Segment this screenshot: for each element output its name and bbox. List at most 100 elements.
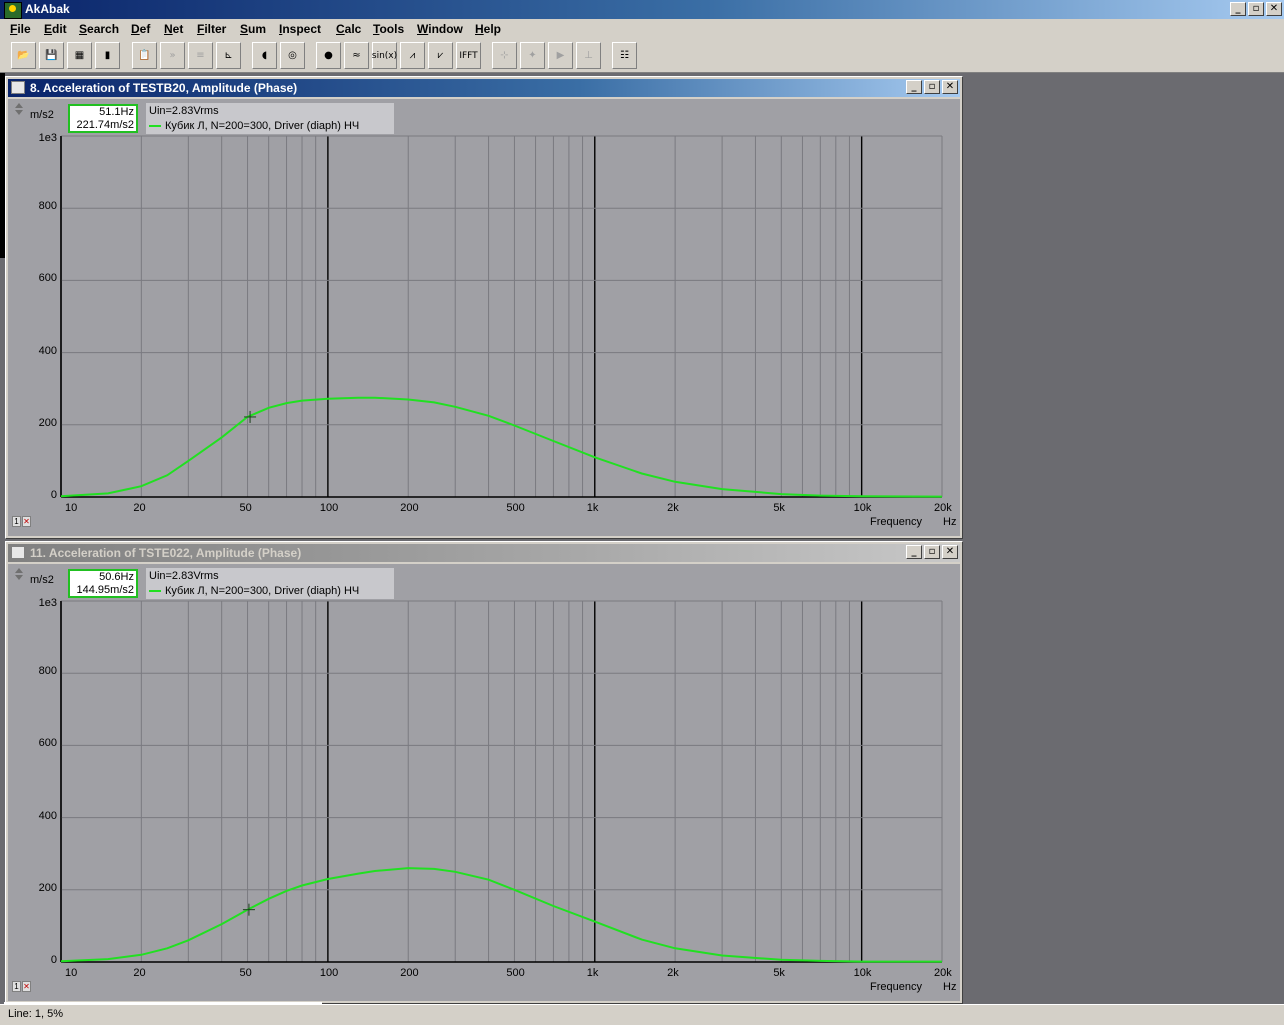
app-title-bar: AkAbak _ ▫ ✕ — [0, 0, 1284, 19]
window-caption[interactable]: 8. Acceleration of TESTB20, Amplitude (P… — [8, 79, 960, 97]
restore-button[interactable]: ▫ — [1248, 2, 1264, 16]
x-tick-label: 200 — [400, 502, 419, 514]
save-icon: 💾 — [45, 50, 58, 61]
response-down-button[interactable]: ⩗ — [428, 42, 453, 69]
menu-accelerator: D — [131, 22, 140, 36]
x-tick-label: 50 — [239, 502, 252, 514]
remove-curve-icon[interactable]: ✕ — [22, 981, 31, 992]
series-line — [60, 867, 942, 963]
tool-a-button[interactable]: ⊹ — [492, 42, 517, 69]
window-caption[interactable]: 11. Acceleration of TSTE022, Amplitude (… — [8, 544, 960, 562]
x-tick-label: 50 — [239, 967, 252, 979]
tool-b-icon: ✦ — [528, 50, 537, 61]
x-tick-label: 5k — [773, 967, 785, 979]
response-up-button[interactable]: ⩘ — [400, 42, 425, 69]
menu-accelerator: S — [79, 22, 88, 36]
menu-file[interactable]: File — [10, 22, 31, 36]
menu-search[interactable]: Search — [79, 22, 119, 36]
window-minimize-button[interactable]: _ — [906, 545, 922, 559]
x-tick-label: 10k — [853, 502, 872, 514]
menu-label-rest: ile — [17, 22, 31, 36]
window-close-button[interactable]: ✕ — [942, 80, 958, 94]
tool-d-button[interactable]: ⊥ — [576, 42, 601, 69]
menu-inspect[interactable]: Inspect — [279, 22, 321, 36]
window-title: 11. Acceleration of TSTE022, Amplitude (… — [30, 546, 302, 560]
x-unit-label: Hz — [943, 981, 957, 993]
window-minimize-button[interactable]: _ — [906, 80, 922, 94]
response-down-icon: ⩗ — [437, 50, 444, 61]
menu-label-rest: earch — [87, 22, 120, 36]
x-tick-label: 1k — [586, 502, 599, 514]
plot-window-1[interactable]: 8. Acceleration of TESTB20, Amplitude (P… — [5, 76, 963, 539]
sine-icon: sin(x) — [371, 50, 398, 61]
tool-c-button[interactable]: ▶ — [548, 42, 573, 69]
menu-edit[interactable]: Edit — [44, 22, 67, 36]
menu-filter[interactable]: Filter — [197, 22, 226, 36]
speaker-icon: ◖ — [261, 50, 268, 61]
chart-window-icon — [11, 81, 25, 94]
window-close-button[interactable]: ✕ — [942, 545, 958, 559]
menu-net[interactable]: Net — [164, 22, 183, 36]
compare-plots-icon: ☷ — [620, 50, 629, 61]
menu-accelerator: E — [44, 22, 53, 36]
remove-curve-icon[interactable]: ✕ — [22, 516, 31, 527]
menu-label-rest: dit — [52, 22, 67, 36]
menu-sum[interactable]: Sum — [240, 22, 266, 36]
menu-window[interactable]: Window — [417, 22, 463, 36]
speaker-button[interactable]: ◖ — [252, 42, 277, 69]
series-line — [60, 396, 943, 498]
minimize-button[interactable]: _ — [1230, 2, 1246, 16]
close-button[interactable]: ✕ — [1266, 2, 1282, 16]
akabak-app-icon — [4, 2, 22, 19]
x-tick-label: 2k — [667, 502, 679, 514]
x-tick-label: 100 — [319, 967, 339, 979]
x-tick-label: 20k — [934, 502, 952, 514]
record-button[interactable]: ● — [316, 42, 341, 69]
tool-b-button[interactable]: ✦ — [520, 42, 545, 69]
window-maximize-button[interactable]: ▫ — [924, 80, 940, 94]
page-1-icon[interactable]: 1 — [12, 516, 21, 527]
x-unit-label: Hz — [943, 516, 957, 528]
y-tick-label: 400 — [38, 344, 57, 357]
menu-label-rest: alc — [344, 22, 362, 36]
window-maximize-button[interactable]: ▫ — [924, 545, 940, 559]
driver-button[interactable]: ▮ — [95, 42, 120, 69]
menu-label-rest: elp — [483, 22, 502, 36]
menu-help[interactable]: Help — [475, 22, 501, 36]
plot-window-2[interactable]: 11. Acceleration of TSTE022, Amplitude (… — [5, 541, 963, 1004]
paste-button[interactable]: 📋 — [132, 42, 157, 69]
menu-accelerator: H — [475, 22, 484, 36]
menu-def[interactable]: Def — [131, 22, 150, 36]
target-button[interactable]: ◎ — [280, 42, 305, 69]
signal-button[interactable]: ≈ — [344, 42, 369, 69]
window-title: 8. Acceleration of TESTB20, Amplitude (P… — [30, 81, 298, 95]
plot-area[interactable]: m/s2 51.1Hz 221.74m/s2 Uin=2.83Vrms Кубик Л,… — [8, 99, 960, 536]
menu-calc[interactable]: Calc — [336, 22, 361, 36]
menu-label-rest: ools — [379, 22, 405, 36]
sum-button[interactable]: ≡ — [188, 42, 213, 69]
axes-button[interactable]: ⊾ — [216, 42, 241, 69]
tool-d-icon: ⊥ — [584, 50, 593, 61]
open-folder-icon: 📂 — [17, 50, 30, 61]
record-icon: ● — [324, 50, 333, 61]
ifft-icon: IFFT — [459, 50, 478, 61]
ifft-button[interactable]: IFFT — [456, 42, 481, 69]
menu-tools[interactable]: Tools — [373, 22, 404, 36]
x-tick-label: 500 — [506, 502, 525, 514]
signal-icon: ≈ — [352, 50, 361, 61]
open-folder-button[interactable]: 📂 — [11, 42, 36, 69]
sine-button[interactable]: sin(x) — [372, 42, 397, 69]
y-tick-label: 200 — [38, 416, 57, 429]
y-tick-label: 1e3 — [38, 132, 57, 144]
save-button[interactable]: 💾 — [39, 42, 64, 69]
network-button[interactable]: ▦ — [67, 42, 92, 69]
plot-area[interactable]: m/s2 50.6Hz 144.95m/s2 Uin=2.83Vrms Кубик Л,… — [8, 564, 960, 1001]
menu-accelerator: N — [164, 22, 173, 36]
y-tick-label: 800 — [38, 200, 57, 213]
y-tick-label: 600 — [38, 272, 57, 285]
compare-plots-button[interactable]: ☷ — [612, 42, 637, 69]
x-tick-label: 100 — [319, 502, 339, 514]
page-1-icon[interactable]: 1 — [12, 981, 21, 992]
menu-label-rest: indow — [428, 22, 463, 36]
step-button[interactable]: » — [160, 42, 185, 69]
